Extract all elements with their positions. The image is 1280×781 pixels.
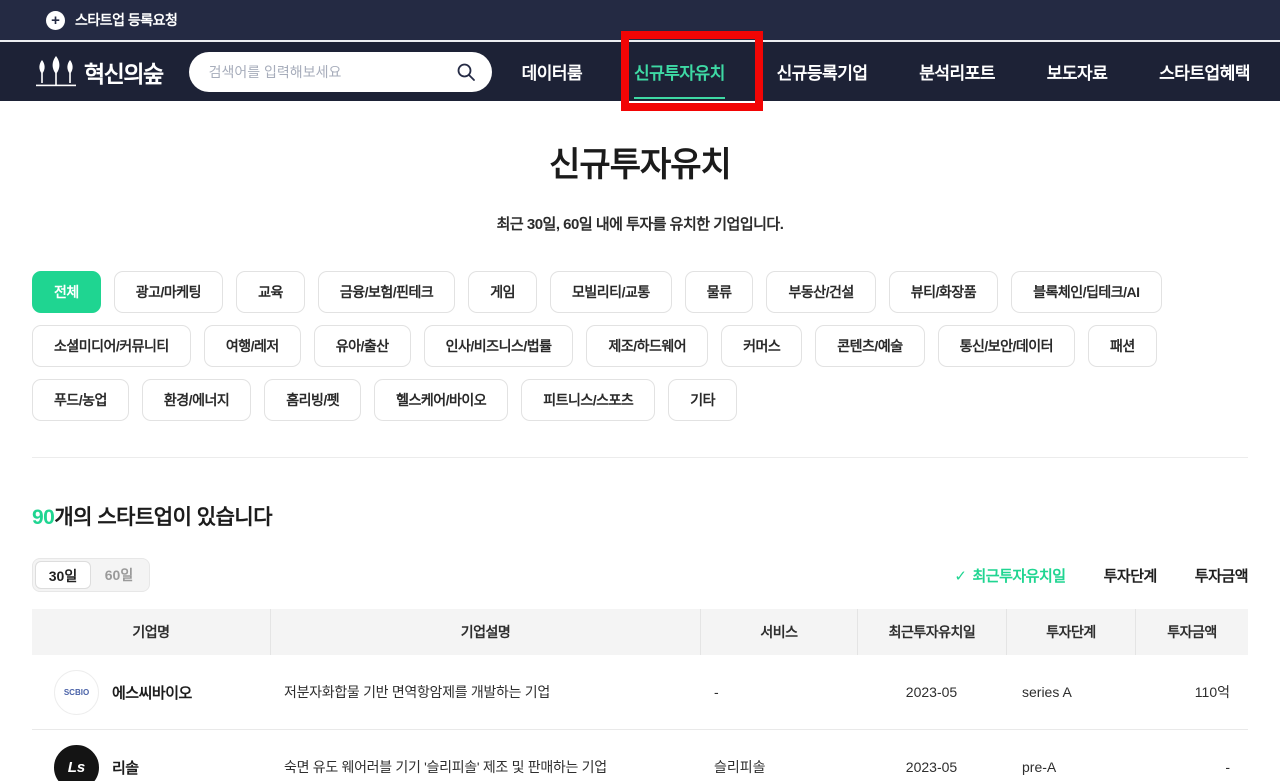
company-logo-text: Ls <box>67 758 86 776</box>
page-title: 신규투자유치 <box>549 146 732 184</box>
nav-item-startup-benefits[interactable]: 스타트업혜택 <box>1159 59 1250 84</box>
table-header: 기업명 기업설명 서비스 최근투자유치일 투자단계 투자금액 <box>32 609 1248 655</box>
chip-fitness-sports[interactable]: 피트니스/스포츠 <box>521 379 656 421</box>
col-stage: 투자단계 <box>1006 609 1135 655</box>
chip-travel[interactable]: 여행/레저 <box>203 325 301 367</box>
chip-blockchain-ai[interactable]: 블록체인/딥테크/AI <box>1011 271 1162 313</box>
chip-food-agri[interactable]: 푸드/농업 <box>32 379 129 421</box>
investment-stage: pre-A <box>1022 759 1057 775</box>
startup-register-link[interactable]: 스타트업 등록요청 <box>75 10 178 30</box>
chip-etc[interactable]: 기타 <box>668 379 738 421</box>
company-description: 숙면 유도 웨어러블 기기 '슬리피솔' 제조 및 판매하는 기업 <box>284 759 607 775</box>
chip-telecom-security[interactable]: 통신/보안/데이터 <box>937 325 1076 367</box>
topbar: + 스타트업 등록요청 <box>0 0 1280 42</box>
list-controls: 30일 60일 ✓ 최근투자유치일 투자단계 투자금액 <box>32 558 1249 592</box>
period-toggle: 30일 60일 <box>32 558 150 592</box>
recent-investment-date: 2023-05 <box>905 684 958 700</box>
chip-healthcare-bio[interactable]: 헬스케어/바이오 <box>374 379 509 421</box>
plus-icon[interactable]: + <box>46 10 65 30</box>
chip-homeliving-pet[interactable]: 홈리빙/펫 <box>264 379 362 421</box>
chip-all[interactable]: 전체 <box>32 271 101 313</box>
col-service: 서비스 <box>700 609 857 655</box>
nav-item-new-companies[interactable]: 신규등록기업 <box>777 59 868 84</box>
results-count: 90개의 스타트업이 있습니다 <box>32 501 1248 531</box>
chip-hr-biz-law[interactable]: 인사/비즈니스/법률 <box>423 325 574 367</box>
company-logo: Ls <box>54 744 99 781</box>
chip-contents-art[interactable]: 콘텐츠/예술 <box>815 325 925 367</box>
section-divider <box>32 457 1248 458</box>
company-service: 슬리피솔 <box>714 759 766 775</box>
chip-mobility[interactable]: 모빌리티/교통 <box>550 271 672 313</box>
company-name[interactable]: 에스씨바이오 <box>112 682 192 703</box>
company-name[interactable]: 리솔 <box>112 757 139 778</box>
chip-fashion[interactable]: 패션 <box>1088 325 1157 367</box>
investment-amount: 110억 <box>1194 684 1230 700</box>
col-company-name: 기업명 <box>132 624 170 640</box>
nav-item-new-investment[interactable]: 신규투자유치 <box>634 59 725 99</box>
table-row[interactable]: Ls 리솔 숙면 유도 웨어러블 기기 '슬리피솔' 제조 및 판매하는 기업 … <box>32 730 1248 781</box>
search-input[interactable] <box>208 63 456 80</box>
chip-game[interactable]: 게임 <box>468 271 538 313</box>
navbar: 혁신의숲 데이터룸 신규투자유치 신규등록기업 분석리포트 보도자료 스타트업혜… <box>0 42 1280 101</box>
chip-education[interactable]: 교육 <box>236 271 305 313</box>
chip-commerce[interactable]: 커머스 <box>721 325 803 367</box>
toggle-30days[interactable]: 30일 <box>35 561 91 589</box>
chip-logistics[interactable]: 물류 <box>684 271 754 313</box>
category-filter: 전체 광고/마케팅 교육 금융/보험/핀테크 게임 모빌리티/교통 물류 부동산… <box>32 271 1248 421</box>
startup-table: 기업명 기업설명 서비스 최근투자유치일 투자단계 투자금액 SCBIO 에스씨… <box>32 609 1248 781</box>
sort-investment-amount[interactable]: 투자금액 <box>1195 565 1249 586</box>
investment-amount: - <box>1225 759 1230 775</box>
chip-finance[interactable]: 금융/보험/핀테크 <box>317 271 456 313</box>
chip-realestate[interactable]: 부동산/건설 <box>766 271 876 313</box>
logo-text: 혁신의숲 <box>84 60 164 87</box>
recent-investment-date: 2023-05 <box>905 759 958 775</box>
sort-recent-investment-date[interactable]: ✓ 최근투자유치일 <box>954 565 1066 586</box>
chip-ad-marketing[interactable]: 광고/마케팅 <box>113 271 224 313</box>
col-recent-date: 최근투자유치일 <box>857 609 1006 655</box>
company-service: - <box>714 684 719 700</box>
nav-item-press[interactable]: 보도자료 <box>1047 59 1108 84</box>
company-logo: SCBIO <box>54 669 99 715</box>
sort-investment-stage[interactable]: 투자단계 <box>1104 565 1158 586</box>
page-header: 신규투자유치 최근 30일, 60일 내에 투자를 유치한 기업입니다. <box>0 101 1280 234</box>
chip-manufacturing[interactable]: 제조/하드웨어 <box>586 325 709 367</box>
results-count-suffix: 개의 스타트업이 있습니다 <box>54 506 273 529</box>
table-row[interactable]: SCBIO 에스씨바이오 저분자화합물 기반 면역항암제를 개발하는 기업 - … <box>32 655 1248 730</box>
sort-options: ✓ 최근투자유치일 투자단계 투자금액 <box>954 565 1248 586</box>
check-icon: ✓ <box>954 567 967 585</box>
company-logo-text: SCBIO <box>63 687 90 697</box>
toggle-60days[interactable]: 60일 <box>91 561 147 589</box>
search-box[interactable] <box>188 51 492 92</box>
nav-item-analysis-report[interactable]: 분석리포트 <box>919 59 995 84</box>
chip-baby[interactable]: 유아/출산 <box>313 325 411 367</box>
nav-item-dataroom[interactable]: 데이터룸 <box>522 59 583 84</box>
results-count-number: 90 <box>32 506 55 529</box>
chip-beauty[interactable]: 뷰티/화장품 <box>888 271 999 313</box>
col-amount: 투자금액 <box>1135 609 1248 655</box>
company-description: 저분자화합물 기반 면역항암제를 개발하는 기업 <box>284 684 550 700</box>
search-icon[interactable] <box>456 62 476 82</box>
chip-env-energy[interactable]: 환경/에너지 <box>141 379 252 421</box>
logo[interactable]: 혁신의숲 <box>34 55 164 89</box>
chip-social-media[interactable]: 소셜미디어/커뮤니티 <box>32 325 191 367</box>
page-subtitle: 최근 30일, 60일 내에 투자를 유치한 기업입니다. <box>496 216 784 233</box>
col-company-desc: 기업설명 <box>270 609 700 655</box>
trees-logo-icon <box>36 55 76 86</box>
investment-stage: series A <box>1022 684 1072 700</box>
main-menu: 데이터룸 신규투자유치 신규등록기업 분석리포트 보도자료 스타트업혜택 <box>522 59 1250 99</box>
